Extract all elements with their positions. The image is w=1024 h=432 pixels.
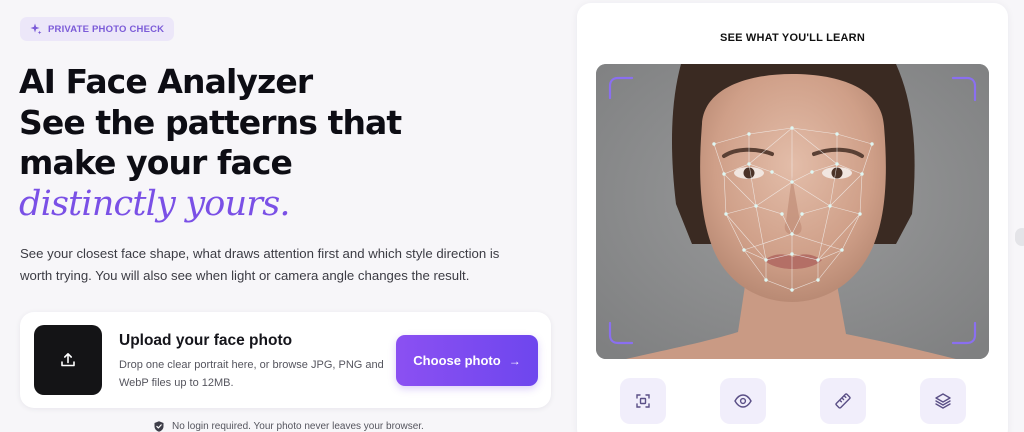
layers-icon (935, 393, 951, 409)
headline-accent: distinctly yours. (19, 183, 291, 224)
headline-line-3: make your face (19, 143, 293, 182)
upload-dropzone[interactable]: Upload your face photo Drop one clear po… (20, 312, 551, 408)
private-photo-badge: PRIVATE PHOTO CHECK (20, 17, 175, 41)
headline-line-2: See the patterns that (19, 102, 402, 142)
feature-style[interactable] (920, 378, 966, 424)
upload-title: Upload your face photo (119, 332, 293, 349)
feature-attention[interactable] (720, 378, 766, 424)
sparkle-icon (30, 23, 42, 35)
arrow-right-icon: → (508, 353, 521, 368)
upload-tile[interactable] (34, 325, 102, 395)
privacy-text: No login required. Your photo never leav… (172, 421, 424, 432)
hero-description-line-1: See your closest face shape, what draws … (20, 246, 500, 261)
choose-photo-button[interactable]: Choose photo → (396, 335, 538, 386)
eye-icon (734, 394, 752, 408)
privacy-note: No login required. Your photo never leav… (154, 421, 424, 432)
badge-label: PRIVATE PHOTO CHECK (48, 23, 165, 35)
hero-description-line-2: worth trying. You will also see when lig… (20, 268, 470, 283)
learn-preview-card: SEE WHAT YOU'LL LEARN (577, 3, 1008, 432)
feature-proportions[interactable] (820, 378, 866, 424)
upload-icon (61, 353, 75, 367)
choose-photo-label: Choose photo (413, 353, 501, 368)
feature-icon-row (577, 378, 1008, 426)
face-mesh-illustration (596, 64, 989, 359)
ruler-icon (835, 393, 851, 409)
headline-line-1: AI Face Analyzer (19, 62, 313, 101)
upload-description: Drop one clear portrait here, or browse … (119, 359, 384, 389)
face-mesh-preview (596, 64, 989, 359)
face-frame-icon (636, 394, 650, 408)
hero-section: PRIVATE PHOTO CHECK AI Face Analyzer See… (0, 0, 570, 432)
learn-title: SEE WHAT YOU'LL LEARN (720, 32, 865, 44)
feature-face-shape[interactable] (620, 378, 666, 424)
page-title: AI Face Analyzer See the patterns that m… (19, 62, 402, 224)
hero-description: See your closest face shape, what draws … (20, 243, 510, 287)
shield-check-icon (154, 421, 164, 432)
scroll-handle[interactable] (1015, 228, 1024, 246)
